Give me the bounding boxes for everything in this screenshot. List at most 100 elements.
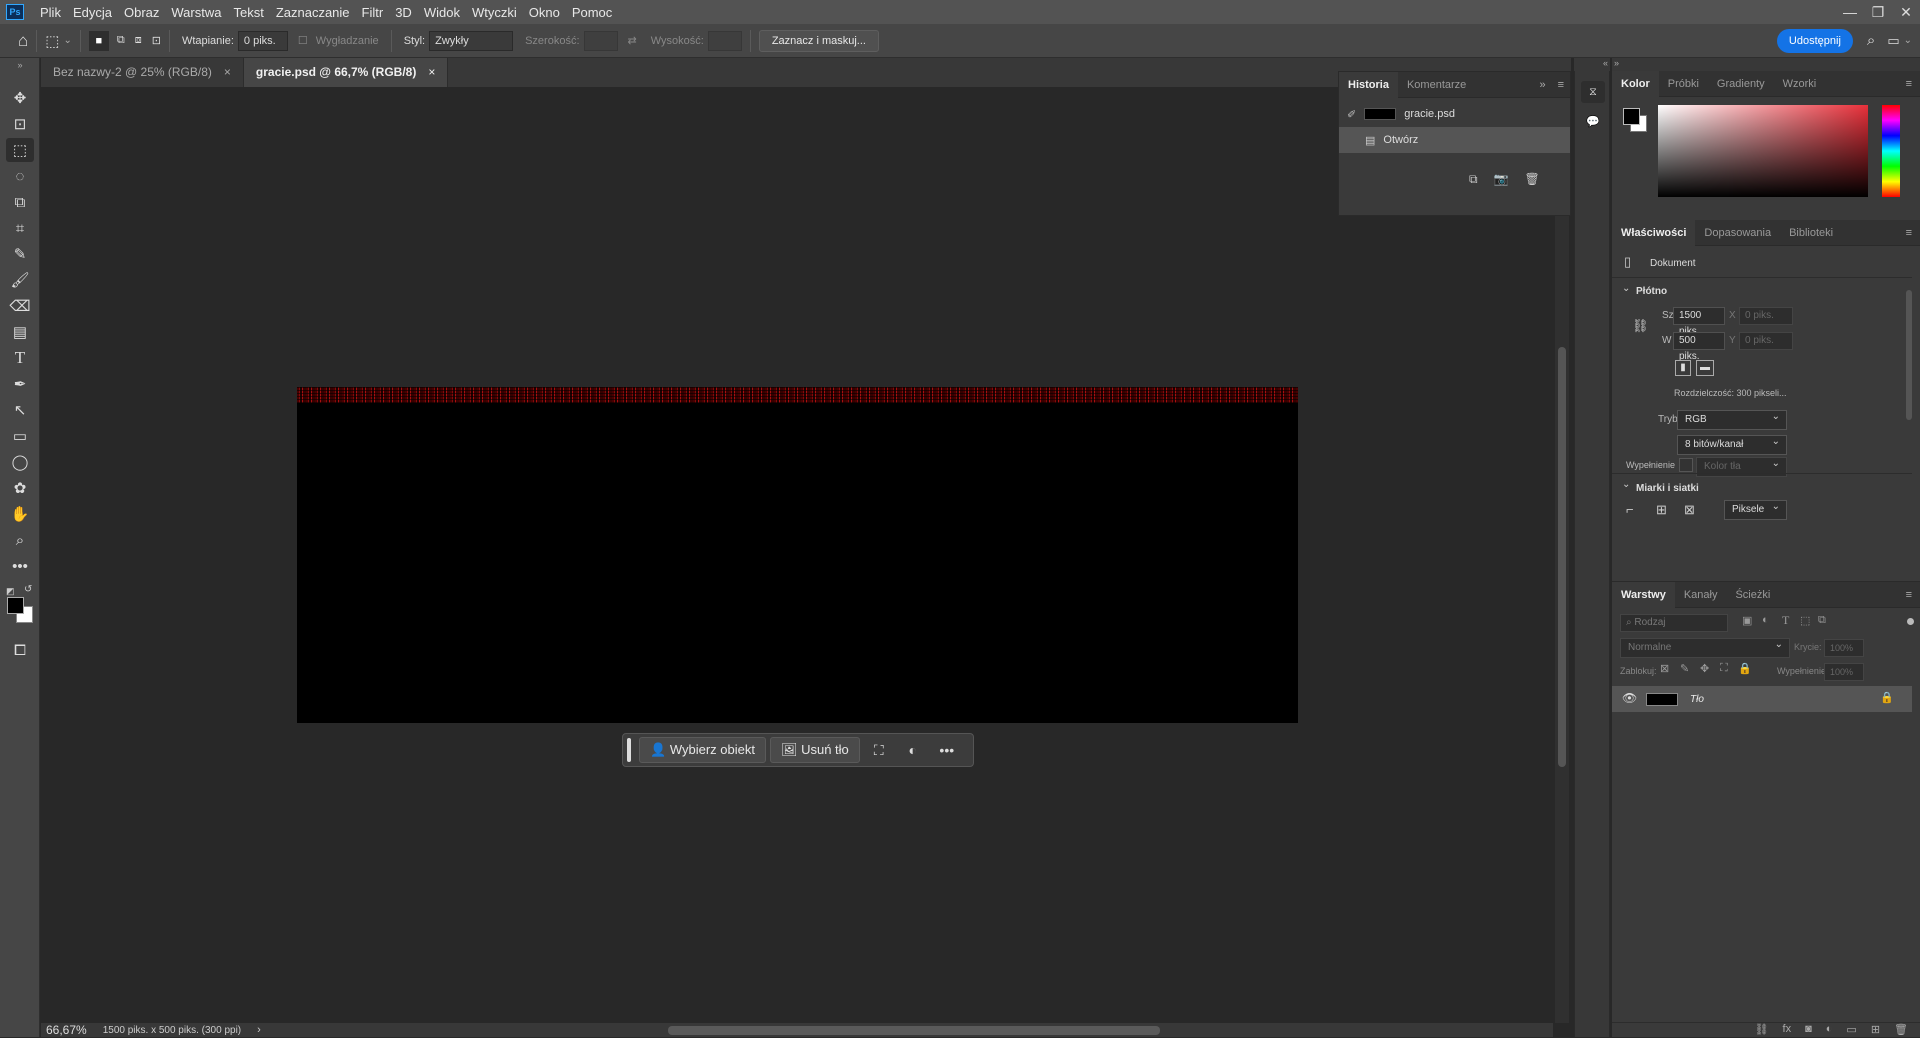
workspace-icon[interactable]: ▭	[1887, 33, 1899, 49]
new-document-from-state-icon[interactable]: ⧉	[1469, 172, 1478, 187]
collapse-icon[interactable]: »	[6, 60, 34, 70]
swap-icon[interactable]: ⇄	[628, 34, 637, 47]
x-field[interactable]: 0 piks.	[1739, 307, 1793, 325]
width-input[interactable]	[583, 30, 618, 51]
rect-marquee-tool-icon[interactable]: ⬚	[6, 138, 34, 162]
opacity-field[interactable]: 100%	[1824, 639, 1864, 657]
history-step[interactable]: ▤ Otwórz	[1339, 127, 1570, 153]
horizontal-scrollbar-thumb[interactable]	[668, 1026, 1160, 1035]
panel-menu-icon[interactable]: ≡	[1906, 78, 1912, 90]
history-snapshot[interactable]: ✐ gracie.psd	[1339, 101, 1570, 127]
add-mask-icon[interactable]: ◙	[1805, 1023, 1812, 1038]
portrait-icon[interactable]: ▮	[1675, 360, 1691, 376]
chevron-right-icon[interactable]: ›	[257, 1024, 261, 1036]
chevron-down-icon[interactable]: ⌄	[1622, 283, 1630, 294]
filter-toggle[interactable]	[1907, 618, 1914, 625]
rulers-section-title[interactable]: Miarki i siatki	[1636, 483, 1699, 494]
tab-history[interactable]: Historia	[1339, 71, 1398, 98]
share-button[interactable]: Udostępnij	[1776, 28, 1853, 53]
width-field[interactable]: 1500 piks.	[1673, 307, 1725, 337]
units-select[interactable]: Piksele	[1724, 498, 1787, 520]
minimize-button[interactable]: —	[1836, 4, 1864, 20]
layer-filter-select[interactable]: ⌕ Rodzaj	[1620, 614, 1728, 632]
landscape-icon[interactable]: ▬	[1696, 360, 1714, 376]
drag-handle[interactable]	[627, 738, 631, 762]
lasso-tool-icon[interactable]: ◌	[6, 164, 34, 188]
feather-input[interactable]: 0 piks.	[237, 30, 288, 51]
chevron-down-icon[interactable]: ⌄	[1622, 479, 1630, 490]
crop-tool-icon[interactable]: ⌗	[6, 216, 34, 240]
comments-panel-icon[interactable]: 💬	[1581, 111, 1605, 133]
trash-icon[interactable]: 🗑	[1894, 1023, 1908, 1038]
smart-object-filter-icon[interactable]: ⧉	[1818, 614, 1826, 627]
zoom-level[interactable]: 66,67%	[46, 1023, 87, 1037]
pen-tool-icon[interactable]: ✒	[6, 372, 34, 396]
pixel-filter-icon[interactable]: ▣	[1742, 614, 1752, 627]
properties-scrollbar[interactable]	[1906, 290, 1912, 420]
menu-view[interactable]: Widok	[418, 5, 466, 20]
home-icon[interactable]: ⌂	[18, 31, 28, 51]
type-filter-icon[interactable]: T	[1782, 613, 1789, 628]
expand-icon[interactable]: »	[1612, 58, 1920, 71]
restore-button[interactable]: ❐	[1864, 4, 1892, 21]
lock-transparency-icon[interactable]: ⊠	[1660, 662, 1669, 675]
lock-icon[interactable]: 🔒	[1880, 691, 1894, 704]
move-tool-icon[interactable]: ✥	[6, 86, 34, 110]
lock-position-icon[interactable]: ✥	[1700, 662, 1709, 675]
collapse-panel-icon[interactable]: »	[1539, 79, 1545, 91]
canvas-section-title[interactable]: Płótno	[1636, 286, 1667, 297]
lock-pixels-icon[interactable]: ✎	[1680, 662, 1689, 675]
tab-comments[interactable]: Komentarze	[1398, 72, 1475, 98]
menu-image[interactable]: Obraz	[118, 5, 165, 20]
object-select-tool-icon[interactable]: ⧉	[6, 190, 34, 214]
tab-channels[interactable]: Kanały	[1675, 582, 1727, 608]
select-and-mask-button[interactable]: Zaznacz i maskuj...	[758, 29, 879, 52]
remove-background-button[interactable]: 🖼 Usuń tło	[769, 737, 860, 763]
transform-icon[interactable]: ⛶	[864, 742, 894, 759]
zoom-tool-icon[interactable]: ⌕	[6, 528, 34, 552]
lock-artboard-icon[interactable]: ⛶	[1720, 662, 1728, 675]
style-select[interactable]: Zwykły	[429, 30, 514, 51]
close-icon[interactable]: ×	[224, 58, 231, 87]
menu-file[interactable]: Plik	[34, 5, 67, 20]
fill-swatch[interactable]	[1679, 458, 1693, 472]
search-icon[interactable]: ⌕	[1867, 32, 1875, 49]
foreground-color-swatch[interactable]	[7, 597, 24, 614]
menu-window[interactable]: Okno	[523, 5, 566, 20]
foreground-color-swatch[interactable]	[1623, 108, 1640, 125]
close-icon[interactable]: ×	[428, 58, 435, 87]
gradient-tool-icon[interactable]: ▤	[6, 320, 34, 344]
bit-depth-select[interactable]: 8 bitów/kanał	[1677, 433, 1787, 455]
select-subject-button[interactable]: 👤 Wybierz obiekt	[639, 737, 766, 763]
shape-filter-icon[interactable]: ⬚	[1800, 614, 1810, 627]
tab-layers[interactable]: Warstwy	[1612, 581, 1675, 608]
fill-field[interactable]: 100%	[1824, 663, 1864, 681]
type-tool-icon[interactable]: T	[6, 346, 34, 370]
menu-help[interactable]: Pomoc	[566, 5, 618, 20]
tab-properties[interactable]: Właściwości	[1612, 219, 1696, 246]
rectangle-tool-icon[interactable]: ▭	[6, 424, 34, 448]
antialias-checkbox[interactable]: ☐	[298, 34, 308, 47]
ellipse-tool-icon[interactable]: ◯	[6, 450, 34, 474]
y-field[interactable]: 0 piks.	[1739, 332, 1793, 350]
menu-type[interactable]: Tekst	[227, 5, 269, 20]
new-group-icon[interactable]: ▭	[1846, 1023, 1856, 1038]
link-layers-icon[interactable]: ⛓	[1755, 1023, 1769, 1038]
path-select-tool-icon[interactable]: ↖	[6, 398, 34, 422]
menu-select[interactable]: Zaznaczanie	[270, 5, 356, 20]
layer-row[interactable]: 👁 Tło 🔒	[1612, 686, 1912, 712]
eyedropper-tool-icon[interactable]: ✎	[6, 242, 34, 266]
brush-tool-icon[interactable]: 🖌	[6, 268, 34, 292]
adjustment-filter-icon[interactable]: ◐	[1762, 614, 1769, 626]
menu-layer[interactable]: Warstwa	[165, 5, 227, 20]
trash-icon[interactable]: 🗑	[1525, 172, 1540, 187]
eraser-tool-icon[interactable]: ⌫	[6, 294, 34, 318]
panel-menu-icon[interactable]: ≡	[1558, 79, 1564, 91]
grid-icon[interactable]: ⊞	[1656, 502, 1667, 518]
tab-gradients[interactable]: Gradienty	[1708, 71, 1774, 97]
new-selection-icon[interactable]: ■	[88, 30, 109, 51]
fill-select[interactable]: Kolor tła	[1696, 455, 1787, 477]
panel-menu-icon[interactable]: ≡	[1906, 227, 1912, 239]
menu-plugins[interactable]: Wtyczki	[466, 5, 523, 20]
custom-shape-tool-icon[interactable]: ✿	[6, 476, 34, 500]
